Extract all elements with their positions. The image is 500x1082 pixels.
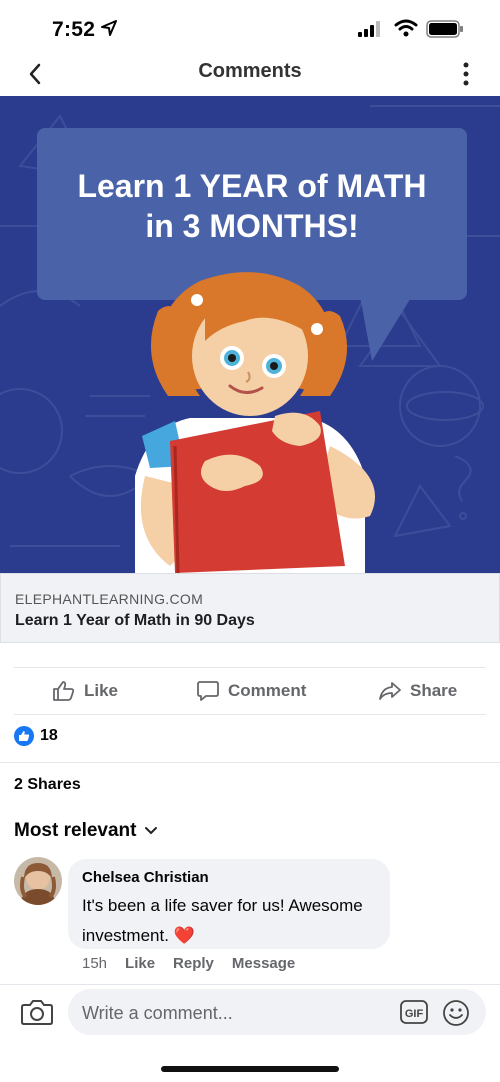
ad-image[interactable]: Learn 1 YEAR of MATH in 3 MONTHS!: [0, 96, 500, 573]
avatar-image: [14, 857, 62, 905]
share-label: Share: [410, 681, 458, 700]
sort-label: Most relevant: [14, 820, 137, 841]
comment-message-button[interactable]: Message: [232, 955, 295, 972]
comment-button[interactable]: Comment: [196, 668, 306, 714]
camera-icon[interactable]: [20, 997, 54, 1027]
comment-input[interactable]: Write a comment... GIF: [68, 989, 486, 1035]
ad-image-headline-line1: Learn 1 YEAR of MATH: [77, 168, 427, 204]
divider: [0, 762, 500, 763]
emoji-icon[interactable]: [442, 999, 470, 1027]
reaction-count: 18: [40, 727, 58, 744]
ad-image-headline-line2: in 3 MONTHS!: [145, 208, 359, 244]
page-title: Comments: [198, 60, 302, 82]
divider: [14, 714, 486, 715]
share-icon: [379, 682, 401, 700]
wifi-icon: [394, 19, 418, 37]
reaction-summary[interactable]: 18: [14, 726, 58, 746]
comment-timestamp: 15h: [82, 955, 108, 972]
chevron-down-icon: [145, 827, 158, 835]
gif-label: GIF: [405, 1008, 424, 1020]
share-button[interactable]: Share: [378, 668, 457, 714]
battery-icon: [426, 20, 463, 38]
status-bar: 7:52: [0, 0, 500, 52]
comment-composer: Write a comment... GIF: [0, 984, 500, 1045]
more-vertical-icon[interactable]: [456, 60, 476, 88]
gif-icon[interactable]: GIF: [400, 1000, 428, 1024]
comment-like-button[interactable]: Like: [125, 955, 155, 972]
status-time: 7:52: [52, 18, 96, 41]
comment-meta: 15h Like Reply Message: [82, 955, 295, 972]
comment-text: It's been a life saver for us! Awesome i…: [82, 896, 363, 945]
ad-image-headline: Learn 1 YEAR of MATH in 3 MONTHS!: [38, 166, 466, 246]
link-headline: Learn 1 Year of Math in 90 Days: [15, 612, 255, 629]
avatar[interactable]: [14, 857, 62, 905]
like-button[interactable]: Like: [52, 668, 118, 714]
cellular-signal-icon: [358, 21, 380, 37]
home-indicator: [161, 1066, 339, 1072]
location-arrow-icon: [101, 20, 117, 36]
comment-label: Comment: [228, 681, 307, 700]
comment-author[interactable]: Chelsea Christian: [82, 869, 209, 886]
sort-dropdown[interactable]: Most relevant: [14, 820, 158, 842]
comment-icon: [197, 681, 219, 701]
link-domain: ELEPHANTLEARNING.COM: [15, 591, 204, 607]
post-actions: Like Comment Share: [0, 668, 500, 714]
comment-input-placeholder: Write a comment...: [82, 1003, 233, 1023]
comment-reply-button[interactable]: Reply: [173, 955, 214, 972]
comment-item: Chelsea Christian It's been a life saver…: [0, 857, 500, 977]
link-preview[interactable]: ELEPHANTLEARNING.COM Learn 1 Year of Mat…: [0, 573, 500, 643]
thumbs-up-icon: [53, 681, 75, 701]
like-reaction-icon: [14, 726, 34, 746]
comment-bubble[interactable]: Chelsea Christian It's been a life saver…: [68, 859, 390, 949]
shares-count[interactable]: 2 Shares: [14, 776, 81, 794]
like-label: Like: [84, 681, 119, 700]
nav-bar: Comments: [0, 52, 500, 96]
